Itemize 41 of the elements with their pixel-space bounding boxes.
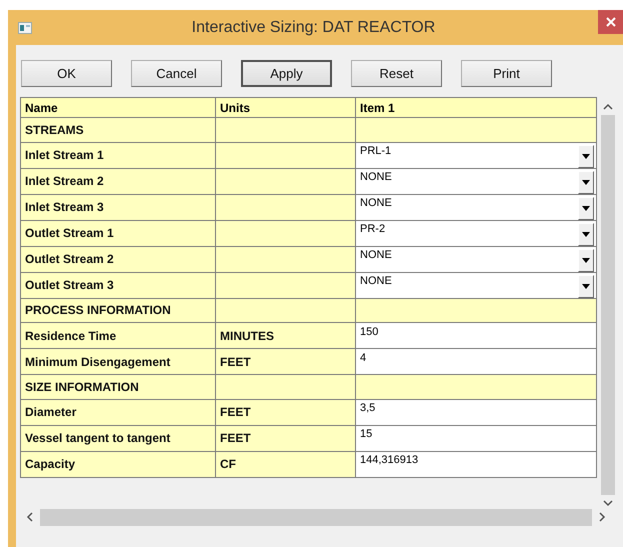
stream-dropdown[interactable]: PR-2 (356, 220, 596, 246)
scroll-left-icon[interactable] (26, 512, 34, 522)
stream-dropdown[interactable]: PRL-1 (356, 142, 596, 168)
scroll-right-icon[interactable] (598, 512, 606, 522)
scroll-up-icon[interactable] (602, 103, 613, 111)
units-label: FEET (220, 405, 251, 419)
toolbar-button[interactable]: Cancel (131, 60, 222, 87)
section-label: STREAMS (25, 122, 84, 137)
units-label: MINUTES (220, 328, 274, 342)
item-column-header: Item 1 (360, 100, 395, 114)
toolbar-button[interactable]: Print (461, 60, 552, 87)
close-icon (606, 17, 616, 27)
toolbar-button[interactable]: OK (21, 60, 112, 87)
property-label: Residence Time (25, 328, 116, 342)
window-title: Interactive Sizing: DAT REACTOR (190, 18, 436, 36)
units-label: FEET (220, 431, 251, 445)
property-label: Outlet Stream 2 (25, 252, 114, 266)
property-label: Inlet Stream 1 (25, 148, 104, 162)
name-column-header: Name (25, 100, 58, 114)
property-label: Outlet Stream 3 (25, 278, 114, 292)
stream-dropdown[interactable]: NONE (356, 168, 596, 194)
stream-dropdown[interactable]: NONE (356, 246, 596, 272)
stream-dropdown[interactable]: NONE (356, 194, 596, 220)
toolbar-button[interactable]: Reset (351, 60, 442, 87)
units-label: FEET (220, 354, 251, 368)
toolbar-button[interactable]: Apply (241, 60, 332, 87)
section-label: SIZE INFORMATION (25, 380, 139, 394)
property-label: Vessel tangent to tangent (25, 431, 170, 445)
property-label: Inlet Stream 2 (25, 174, 104, 188)
scroll-down-icon[interactable] (602, 499, 613, 507)
app-icon (18, 22, 32, 34)
stream-dropdown[interactable]: NONE (356, 272, 596, 298)
close-button[interactable] (598, 10, 623, 34)
section-label: PROCESS INFORMATION (25, 303, 171, 318)
property-label: Outlet Stream 1 (25, 226, 114, 240)
property-label: Capacity (25, 457, 76, 471)
property-label: Minimum Disengagement (25, 354, 170, 368)
units-column-header: Units (220, 100, 250, 114)
property-label: Inlet Stream 3 (25, 200, 104, 214)
property-label: Diameter (25, 405, 76, 419)
units-label: CF (220, 457, 236, 471)
